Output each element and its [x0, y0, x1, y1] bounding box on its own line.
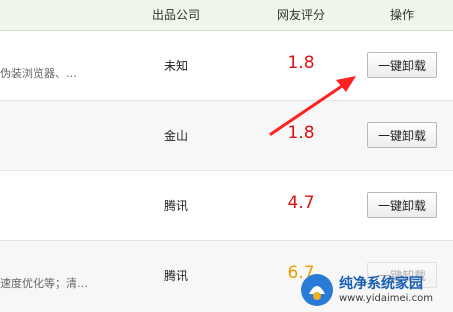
company-name: 腾讯 [163, 269, 188, 283]
uninstall-button[interactable]: 一键卸载 [367, 52, 437, 78]
rating-score: 1.8 [287, 123, 315, 143]
site-watermark: 纯净系统家园 www.yidaimei.com [299, 270, 449, 310]
table-row: 伪装浏览器、… 未知 1.8 一键卸载 [0, 31, 453, 101]
company-name: 腾讯 [163, 199, 188, 213]
uninstall-button[interactable]: 一键卸载 [367, 122, 437, 148]
column-header-company: 出品公司 [151, 8, 200, 22]
watermark-url: www.yidaimei.com [339, 293, 433, 304]
table-row: 金山 1.8 一键卸载 [0, 101, 453, 171]
company-name: 未知 [163, 59, 188, 73]
uninstall-button[interactable]: 一键卸载 [367, 192, 437, 218]
table-header: 出品公司 网友评分 操作 [0, 0, 453, 31]
watermark-title: 纯净系统家园 [339, 276, 423, 292]
rating-score: 4.7 [287, 193, 315, 213]
table-row: 腾讯 4.7 一键卸载 [0, 171, 453, 241]
company-name: 金山 [163, 129, 188, 143]
site-logo-icon [301, 274, 333, 306]
column-header-rating: 网友评分 [276, 8, 325, 22]
rating-score: 1.8 [287, 53, 315, 73]
software-description: 速度优化等；清… [0, 277, 88, 290]
software-description: 伪装浏览器、… [0, 67, 77, 80]
column-header-action: 操作 [389, 8, 414, 22]
